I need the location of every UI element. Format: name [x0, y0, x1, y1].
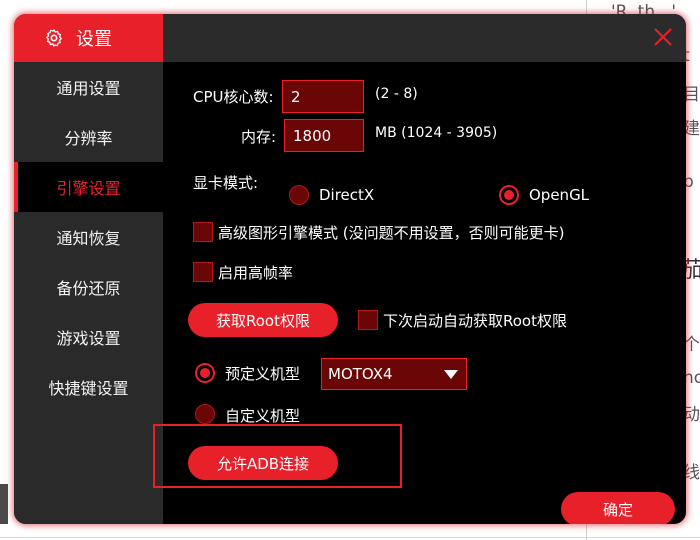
gpu-mode-label: 显卡模式: [193, 174, 259, 192]
sidebar-item-backup[interactable]: 备份还原 [14, 262, 163, 312]
custom-model-label: 自定义机型 [225, 407, 301, 425]
sidebar-item-shortcuts[interactable]: 快捷键设置 [14, 362, 163, 412]
sidebar-item-engine[interactable]: 引擎设置 [14, 162, 163, 212]
background-left-edge [0, 0, 8, 540]
sidebar-item-notification[interactable]: 通知恢复 [14, 212, 163, 262]
high-fps-label: 启用高帧率 [218, 264, 294, 282]
sidebar-item-general[interactable]: 通用设置 [14, 62, 163, 112]
sidebar-item-game[interactable]: 游戏设置 [14, 312, 163, 362]
memory-input[interactable]: 1800 [284, 119, 364, 152]
gpu-opengl-radio[interactable] [499, 185, 519, 205]
dialog-title-tab: 设置 [14, 14, 163, 62]
background-left-block [0, 484, 8, 524]
gpu-opengl-label: OpenGL [529, 186, 590, 204]
confirm-button[interactable]: 确定 [561, 492, 675, 524]
gear-icon [46, 29, 62, 47]
advanced-engine-checkbox[interactable] [193, 222, 213, 242]
memory-label: 内存: [241, 128, 277, 146]
advanced-engine-label: 高级图形引擎模式 (没问题不用设置，否则可能更卡) [218, 224, 565, 242]
settings-dialog: 设置 通用设置 分辨率 引擎设置 通知恢复 备份还原 游戏设置 快捷键设置 CP… [14, 14, 686, 524]
cpu-cores-label: CPU核心数: [193, 88, 274, 106]
memory-range: MB (1024 - 3905) [375, 125, 498, 141]
custom-model-radio[interactable] [195, 404, 215, 424]
gpu-directx-radio[interactable] [289, 185, 309, 205]
dialog-title: 设置 [76, 29, 112, 50]
background-divider [0, 537, 700, 538]
high-fps-checkbox[interactable] [193, 262, 213, 282]
auto-root-label: 下次启动自动获取Root权限 [383, 312, 567, 330]
chevron-down-icon [444, 370, 458, 379]
dialog-title-bar [163, 14, 686, 62]
predefined-model-label: 预定义机型 [225, 365, 301, 383]
get-root-button[interactable]: 获取Root权限 [188, 303, 338, 337]
settings-sidebar: 通用设置 分辨率 引擎设置 通知恢复 备份还原 游戏设置 快捷键设置 [14, 62, 163, 524]
device-model-select[interactable]: MOTOX4 [321, 358, 467, 390]
auto-root-checkbox[interactable] [358, 310, 378, 330]
allow-adb-button[interactable]: 允许ADB连接 [188, 446, 338, 480]
device-model-value: MOTOX4 [328, 365, 393, 383]
cpu-cores-input[interactable]: 2 [282, 80, 364, 113]
gpu-directx-label: DirectX [319, 186, 375, 204]
close-icon[interactable] [652, 26, 674, 48]
sidebar-item-resolution[interactable]: 分辨率 [14, 112, 163, 162]
predefined-model-radio[interactable] [195, 363, 215, 383]
cpu-cores-range: (2 - 8) [375, 86, 418, 102]
engine-settings-panel: CPU核心数: 2 (2 - 8) 内存: 1800 MB (1024 - 39… [153, 62, 686, 524]
